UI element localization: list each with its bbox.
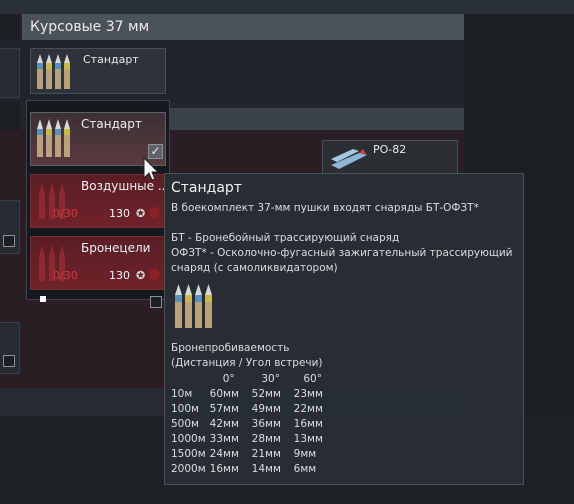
tooltip-subtitle: В боекомплект 37-мм пушки входят снаряды… — [171, 202, 479, 214]
dropdown-item-air[interactable]: Воздушные ... 0/30 130 ✪ — [30, 174, 169, 228]
left-slot-card[interactable] — [0, 48, 20, 98]
angle-header: 60° — [303, 373, 322, 385]
pen-cell: 60мм — [209, 388, 239, 400]
table-row: 100м 57мм 49мм 22мм — [171, 402, 336, 417]
ammo-slot-label: Стандарт — [83, 53, 139, 66]
pen-cell: 49мм — [251, 403, 281, 415]
pen-cell: 6мм — [293, 463, 317, 475]
tooltip-desc-line: БТ - Бронебойный трассирующий снаряд — [171, 232, 400, 244]
table-row: 10м 60мм 52мм 23мм — [171, 387, 336, 402]
distance-cell: 100м — [171, 403, 199, 415]
distance-cell: 1000м — [171, 433, 206, 445]
ammo-price: 130 — [109, 207, 130, 220]
angle-header: 30° — [261, 373, 280, 385]
lock-icon — [149, 207, 160, 218]
table-row: 500м 42мм 36мм 16мм — [171, 417, 336, 432]
penetration-subtitle: (Дистанция / Угол встречи) — [171, 357, 323, 369]
slot-checkbox[interactable] — [3, 235, 15, 247]
distance-cell: 10м — [171, 388, 193, 400]
tooltip-desc-line: снаряд (с самоликвидатором) — [171, 262, 338, 274]
section-header: Курсовые 37 мм — [22, 14, 464, 40]
tooltip-title: Стандарт — [171, 180, 242, 196]
ammo-tooltip: Стандарт В боекомплект 37-мм пушки входя… — [164, 173, 524, 485]
pen-cell: 52мм — [251, 388, 281, 400]
left-slot-card-3[interactable] — [0, 322, 20, 374]
pen-cell: 13мм — [293, 433, 323, 445]
pen-cell: 57мм — [209, 403, 239, 415]
ammo-count: 0/30 — [53, 269, 78, 282]
top-strip — [0, 0, 574, 14]
ro82-label: РО-82 — [373, 143, 407, 156]
pen-cell: 36мм — [251, 418, 281, 430]
table-header-row: 0° 30° 60° — [171, 372, 336, 387]
ro82-slot[interactable]: РО-82 — [322, 140, 458, 174]
ammo-count: 0/30 — [53, 207, 78, 220]
pen-cell: 16мм — [209, 463, 239, 475]
tooltip-desc-line: ОФЗТ* - Осколочно-фугасный зажигательный… — [171, 247, 513, 259]
ammo-shells-icon — [175, 284, 212, 328]
rocket-icon — [331, 149, 367, 169]
dropdown-item-label: Бронецели — [81, 241, 151, 255]
table-row: 2000м 16мм 14мм 6мм — [171, 462, 336, 477]
pen-cell: 22мм — [293, 403, 323, 415]
left-slot-card-2[interactable] — [0, 200, 20, 254]
ammo-slot-standard[interactable]: Стандарт — [30, 48, 166, 94]
pen-cell: 33мм — [209, 433, 239, 445]
pen-cell: 21мм — [251, 448, 281, 460]
dropdown-item-armor[interactable]: Бронецели 0/30 130 ✪ — [30, 236, 166, 290]
silver-lions-icon: ✪ — [136, 207, 146, 220]
pen-cell: 16мм — [293, 418, 323, 430]
table-row: 1500м 24мм 21мм 9мм — [171, 447, 336, 462]
distance-cell: 500м — [171, 418, 199, 430]
distance-cell: 1500м — [171, 448, 206, 460]
distance-cell: 2000м — [171, 463, 206, 475]
section-header-2 — [170, 108, 464, 130]
pen-cell: 24мм — [209, 448, 239, 460]
pen-cell: 42мм — [209, 418, 239, 430]
pen-cell: 28мм — [251, 433, 281, 445]
pen-cell: 14мм — [251, 463, 281, 475]
lock-icon — [149, 269, 160, 280]
pin-icon — [40, 296, 46, 302]
penetration-title: Бронепробиваемость — [171, 342, 290, 354]
slot-checkbox[interactable] — [3, 355, 15, 367]
mouse-cursor-icon — [143, 156, 160, 181]
slot-checkbox[interactable] — [150, 296, 162, 308]
silver-lions-icon: ✪ — [136, 269, 146, 282]
dropdown-item-label: Стандарт — [81, 117, 142, 131]
pen-cell: 23мм — [293, 388, 323, 400]
penetration-table: 0° 30° 60° 10м 60мм 52мм 23мм 100м 57мм … — [171, 372, 336, 477]
pen-cell: 9мм — [293, 448, 317, 460]
angle-header: 0° — [222, 373, 235, 385]
ammo-shells-icon — [37, 119, 70, 157]
ammo-price: 130 — [109, 269, 130, 282]
ammo-shells-icon — [37, 54, 70, 89]
table-row: 1000м 33мм 28мм 13мм — [171, 432, 336, 447]
